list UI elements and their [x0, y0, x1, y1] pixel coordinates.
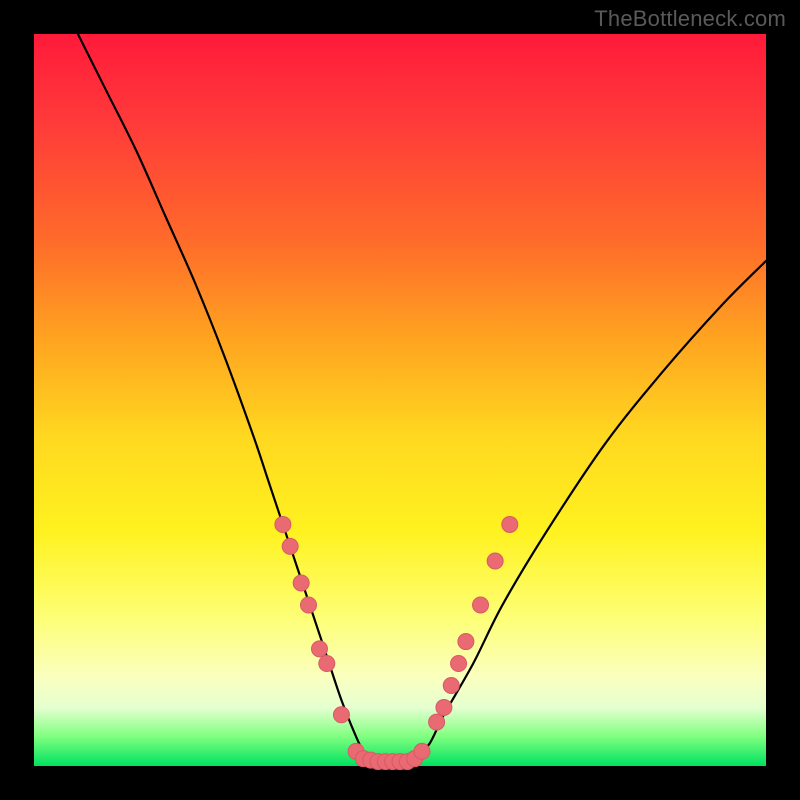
- curve-marker: [487, 553, 503, 569]
- curve-marker: [429, 714, 445, 730]
- curve-marker: [282, 538, 298, 554]
- curve-marker: [473, 597, 489, 613]
- curve-marker: [458, 634, 474, 650]
- plot-area: [34, 34, 766, 766]
- curve-marker: [311, 641, 327, 657]
- curve-marker: [293, 575, 309, 591]
- curve-marker: [414, 743, 430, 759]
- bottleneck-curve: [78, 34, 766, 763]
- curve-marker: [436, 699, 452, 715]
- curve-marker: [451, 656, 467, 672]
- curve-layer: [34, 34, 766, 766]
- curve-marker: [443, 677, 459, 693]
- curve-marker: [319, 656, 335, 672]
- curve-marker: [301, 597, 317, 613]
- chart-frame: TheBottleneck.com: [0, 0, 800, 800]
- curve-marker: [275, 516, 291, 532]
- curve-markers: [275, 516, 518, 769]
- curve-marker: [333, 707, 349, 723]
- curve-marker: [502, 516, 518, 532]
- watermark-text: TheBottleneck.com: [594, 6, 786, 32]
